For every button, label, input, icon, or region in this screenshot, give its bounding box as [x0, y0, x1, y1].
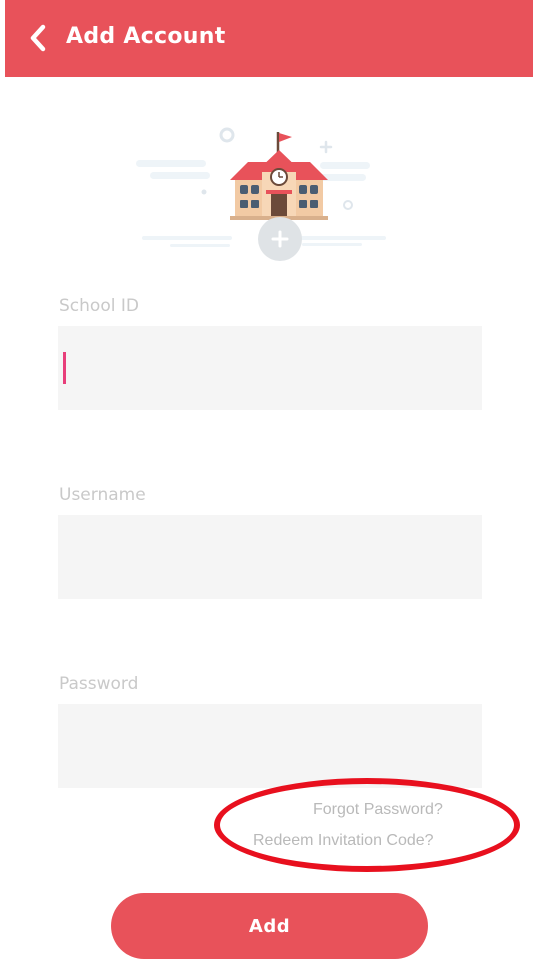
- forgot-password-link[interactable]: Forgot Password?: [313, 801, 443, 819]
- app-header: Add Account: [5, 0, 533, 77]
- highlight-annotation: [214, 778, 520, 872]
- school-id-input[interactable]: [58, 326, 482, 410]
- page-title: Add Account: [66, 24, 226, 49]
- add-button[interactable]: Add: [111, 893, 428, 959]
- password-label: Password: [59, 674, 139, 694]
- school-building-icon: [136, 127, 386, 261]
- school-illustration: [130, 122, 400, 267]
- username-input[interactable]: [58, 515, 482, 599]
- back-button[interactable]: [23, 22, 53, 54]
- school-id-label: School ID: [59, 296, 139, 316]
- add-account-screen: Add Account School ID Username Password …: [0, 0, 533, 963]
- text-cursor: [63, 352, 66, 384]
- password-input[interactable]: [58, 704, 482, 788]
- chevron-left-icon: [30, 24, 46, 52]
- redeem-invitation-link[interactable]: Redeem Invitation Code?: [253, 832, 434, 850]
- username-label: Username: [59, 485, 146, 505]
